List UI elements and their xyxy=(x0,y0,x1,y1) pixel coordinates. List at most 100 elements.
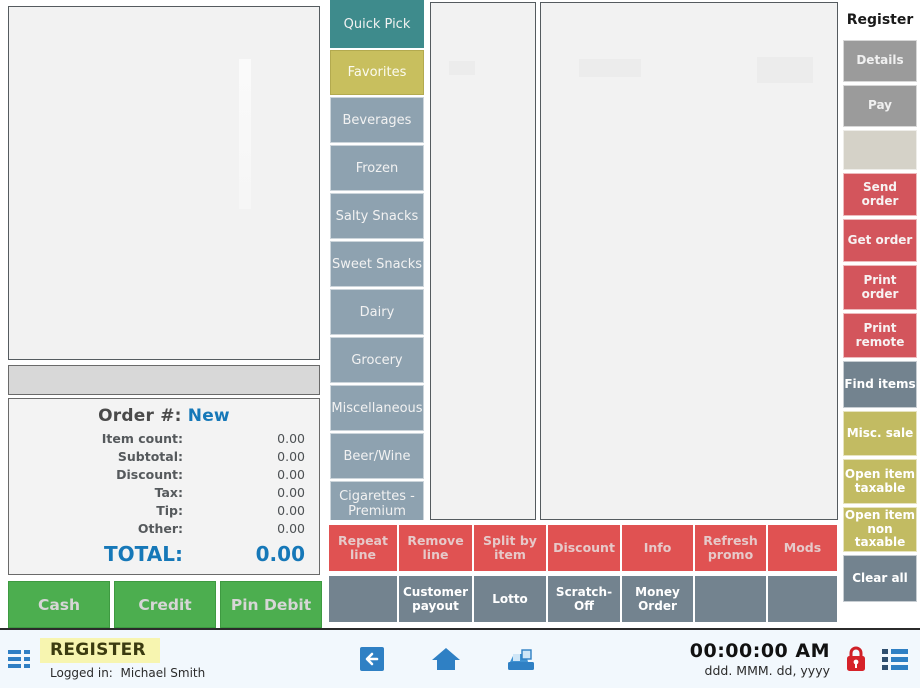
order-panel: Order #: New Item count: 0.00 Subtotal: 0.0… xyxy=(0,0,326,628)
summary-label: Tip: xyxy=(156,502,183,518)
logged-in-info: Logged in: Michael Smith xyxy=(40,666,205,680)
list-menu-icon[interactable] xyxy=(882,647,908,671)
function-button-repeat-line[interactable]: Repeat line xyxy=(328,524,398,572)
sidebar-button-find-items[interactable]: Find items xyxy=(843,361,917,408)
order-number-row: Order #: New xyxy=(21,405,307,429)
taskbar-right: 00:00:00 AM ddd. MMM. dd, yyyy xyxy=(690,640,920,678)
order-summary-row: Item count: 0.00 xyxy=(21,429,307,447)
order-summary-row: Other: 0.00 xyxy=(21,519,307,537)
clock-time: 00:00:00 AM xyxy=(689,640,830,662)
order-total-label: TOTAL: xyxy=(104,542,183,566)
category-button-frozen[interactable]: Frozen xyxy=(330,145,424,191)
summary-label: Discount: xyxy=(116,466,183,482)
summary-value: 0.00 xyxy=(277,466,305,482)
function-button-customer-payout[interactable]: Customer payout xyxy=(398,575,473,623)
payment-button-credit[interactable]: Credit xyxy=(114,581,216,628)
category-button-beer-wine[interactable]: Beer/Wine xyxy=(330,433,424,479)
function-button-discount[interactable]: Discount xyxy=(547,524,621,572)
function-button-empty-0[interactable] xyxy=(328,575,398,623)
logged-in-user: Michael Smith xyxy=(120,666,206,680)
category-button-miscellaneous[interactable]: Miscellaneous xyxy=(330,385,424,431)
clock-date: ddd. MMM. dd, yyyy xyxy=(704,663,830,678)
sidebar-button-blank-2[interactable] xyxy=(843,130,917,170)
payment-buttons: Cash Credit Pin Debit xyxy=(8,581,322,628)
sidebar-title: Register xyxy=(846,12,914,28)
category-button-cigarettes-premium[interactable]: Cigarettes - Premium xyxy=(330,481,424,520)
sidebar-button-misc-sale[interactable]: Misc. sale xyxy=(843,411,917,456)
function-button-grid: Repeat line Remove line Split by item Disco… xyxy=(328,524,838,624)
taskbar: REGISTER Logged in: Michael Smith 00:00:… xyxy=(0,628,920,688)
home-icon[interactable] xyxy=(431,645,461,673)
sidebar-buttons: Details Pay Send order Get order Print order… xyxy=(843,40,917,602)
item-grid-panel[interactable] xyxy=(540,2,838,520)
sidebar-button-pay[interactable]: Pay xyxy=(843,85,917,127)
order-number-label: Order #: xyxy=(98,406,182,426)
order-number-value: New xyxy=(187,406,230,426)
function-button-remove-line[interactable]: Remove line xyxy=(398,524,473,572)
category-button-dairy[interactable]: Dairy xyxy=(330,289,424,335)
function-button-refresh-promo[interactable]: Refresh promo xyxy=(694,524,767,572)
sidebar-button-print-order[interactable]: Print order xyxy=(843,265,917,310)
mode-badge: REGISTER xyxy=(40,638,160,663)
sidebar-button-print-remote[interactable]: Print remote xyxy=(843,313,917,358)
category-button-sweet-snacks[interactable]: Sweet Snacks xyxy=(330,241,424,287)
order-line-items-list[interactable] xyxy=(8,6,320,360)
order-summary-row: Tip: 0.00 xyxy=(21,501,307,519)
category-button-favorites[interactable]: Favorites xyxy=(330,50,424,95)
sidebar-button-get-order[interactable]: Get order xyxy=(843,219,917,262)
summary-label: Item count: xyxy=(101,430,183,446)
function-button-empty-5[interactable] xyxy=(694,575,767,623)
function-button-lotto[interactable]: Lotto xyxy=(473,575,547,623)
cash-register-icon[interactable] xyxy=(506,645,536,673)
order-total-row: TOTAL: 0.00 xyxy=(21,542,307,566)
pos-register-screen: Order #: New Item count: 0.00 Subtotal: 0.0… xyxy=(0,0,920,688)
order-summary-header-bar xyxy=(8,365,320,395)
category-list[interactable]: Quick Pick Favorites Beverages Frozen Salty … xyxy=(328,0,426,520)
sidebar-button-clear-all[interactable]: Clear all xyxy=(843,555,917,602)
summary-value: 0.00 xyxy=(277,448,305,464)
subcategory-panel[interactable] xyxy=(430,2,536,520)
summary-value: 0.00 xyxy=(277,502,305,518)
sidebar-button-open-item-non-taxable[interactable]: Open item non taxable xyxy=(843,507,917,552)
summary-value: 0.00 xyxy=(277,484,305,500)
sidebar-button-details[interactable]: Details xyxy=(843,40,917,82)
category-button-quick-pick[interactable]: Quick Pick xyxy=(330,0,424,48)
summary-value: 0.00 xyxy=(277,430,305,446)
grid-menu-icon[interactable] xyxy=(8,650,30,668)
summary-label: Other: xyxy=(137,520,183,536)
lock-icon[interactable] xyxy=(844,645,868,673)
function-row-secondary: Customer payout Lotto Scratch-Off Money Ord… xyxy=(328,575,838,623)
payment-button-cash[interactable]: Cash xyxy=(8,581,110,628)
summary-label: Subtotal: xyxy=(117,448,183,464)
category-button-salty-snacks[interactable]: Salty Snacks xyxy=(330,193,424,239)
category-button-beverages[interactable]: Beverages xyxy=(330,97,424,143)
function-button-money-order[interactable]: Money Order xyxy=(621,575,694,623)
order-total-value: 0.00 xyxy=(255,542,305,566)
function-row-primary: Repeat line Remove line Split by item Disco… xyxy=(328,524,838,572)
panel-artifact xyxy=(757,57,813,83)
order-summary-row: Subtotal: 0.00 xyxy=(21,447,307,465)
taskbar-nav-icons xyxy=(205,645,690,673)
function-button-info[interactable]: Info xyxy=(621,524,694,572)
sidebar-button-send-order[interactable]: Send order xyxy=(843,173,917,216)
back-arrow-icon[interactable] xyxy=(358,645,386,673)
summary-value: 0.00 xyxy=(277,520,305,536)
payment-button-pin-debit[interactable]: Pin Debit xyxy=(220,581,322,628)
order-summary-row: Discount: 0.00 xyxy=(21,465,307,483)
clock: 00:00:00 AM ddd. MMM. dd, yyyy xyxy=(690,640,830,678)
summary-label: Tax: xyxy=(154,484,183,500)
function-button-scratch-off[interactable]: Scratch-Off xyxy=(547,575,621,623)
panel-artifact xyxy=(579,59,641,77)
function-button-empty-6[interactable] xyxy=(767,575,838,623)
function-button-mods[interactable]: Mods xyxy=(767,524,838,572)
order-summary-rows: Item count: 0.00 Subtotal: 0.00 Discount: 0.0… xyxy=(21,429,307,537)
taskbar-mode-block: REGISTER Logged in: Michael Smith xyxy=(40,638,205,680)
action-sidebar: Register Details Pay Send order Get order Pr… xyxy=(840,0,920,628)
function-button-split-by-item[interactable]: Split by item xyxy=(473,524,547,572)
order-summary-row: Tax: 0.00 xyxy=(21,483,307,501)
taskbar-left: REGISTER Logged in: Michael Smith xyxy=(0,638,205,680)
panel-artifact xyxy=(449,61,475,75)
logged-in-label: Logged in: xyxy=(50,666,113,680)
sidebar-button-open-item-taxable[interactable]: Open item taxable xyxy=(843,459,917,504)
category-button-grocery[interactable]: Grocery xyxy=(330,337,424,383)
